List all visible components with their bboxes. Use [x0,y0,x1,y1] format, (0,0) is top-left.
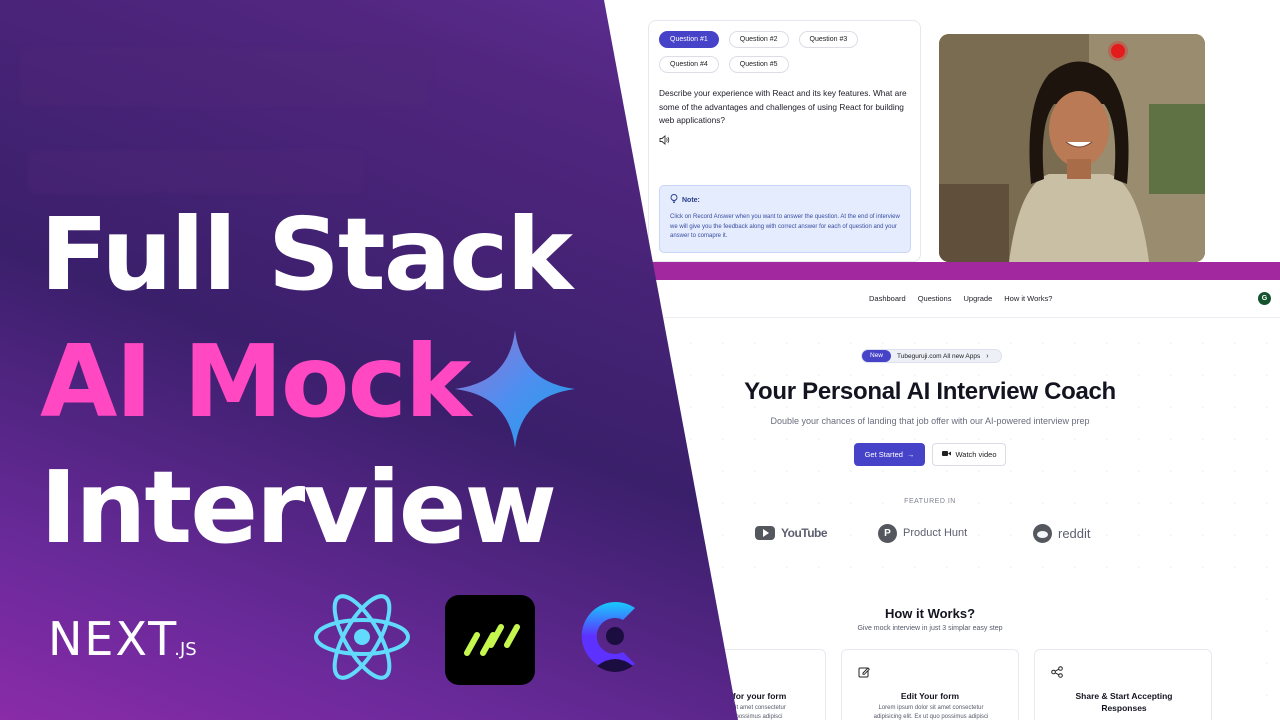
tab-question-1[interactable]: Question #1 [659,31,719,48]
step-card-3: Share & Start Accepting Responses [1034,649,1212,720]
how-it-works-subtitle: Give mock interview in just 3 simplar ea… [857,625,1003,632]
thumbnail-title-line-1: Full Stack [40,196,573,313]
nav-link-dashboard[interactable]: Dashboard [869,294,906,303]
brand-youtube: YouTube [755,522,828,544]
note-heading: Note: [682,196,700,204]
question-card: Question #1 Question #2 Question #3 Ques… [648,20,921,262]
step-card-2: Edit Your form Lorem ipsum dolor sit ame… [841,649,1019,720]
recording-indicator [1111,44,1125,58]
blurred-background-bar [28,150,363,194]
lightbulb-icon [670,194,678,206]
divider-strip [650,262,1280,280]
react-logo-icon [314,594,410,680]
nav-link-upgrade[interactable]: Upgrade [963,294,992,303]
step-card-3-title: Share & Start Accepting Responses [1075,691,1173,713]
drizzle-logo-icon [445,595,535,685]
speaker-icon[interactable] [659,135,670,148]
featured-in-label: FEATURED IN [904,498,956,505]
step-card-2-text: Lorem ipsum dolor sit amet consectetur a… [873,705,989,720]
hero-subtitle: Double your chances of landing that job … [770,416,1090,426]
note-text: Click on Record Answer when you want to … [670,214,900,239]
brand-reddit: reddit [1033,522,1091,544]
watch-video-label: Watch video [955,450,997,459]
thumbnail-title-line-3: Interview [40,449,557,566]
tab-question-3[interactable]: Question #3 [798,31,859,48]
gemini-sparkle-icon [455,330,575,448]
webcam-preview [939,34,1205,262]
note-box: Note: Click on Record Answer when you wa… [659,185,911,253]
question-text: Describe your experience with React and … [659,88,907,125]
chevron-right-icon: › [986,352,989,360]
edit-icon [858,666,870,681]
announcement-badge[interactable]: New Tubeguruji.com All new Apps › [861,349,1002,363]
step-card-2-title: Edit Your form [900,691,960,701]
nav-link-how-it-works[interactable]: How it Works? [1004,294,1052,303]
thumbnail-title-line-2: AI Mock [40,323,471,440]
brand-product-hunt: P Product Hunt [878,522,967,544]
video-camera-icon [941,450,951,459]
product-hunt-icon: P [878,523,897,543]
hero-title: Your Personal AI Interview Coach [744,378,1116,405]
tab-question-4[interactable]: Question #4 [659,56,719,73]
question-tabs: Question #1 Question #2 Question #3 Ques… [659,31,914,73]
get-started-label: Get Started [864,450,903,459]
youtube-icon [755,526,775,540]
get-started-button[interactable]: Get Started → [854,443,925,466]
nav-link-questions[interactable]: Questions [918,294,952,303]
user-avatar[interactable]: G [1258,292,1271,305]
nav-links: Dashboard Questions Upgrade How it Works… [869,294,1052,303]
blurred-background-bar [20,48,430,106]
webcam-person-image [939,34,1205,262]
how-it-works-title: How it Works? [884,606,976,621]
reddit-icon [1033,523,1052,543]
tab-question-5[interactable]: Question #5 [728,56,789,73]
arrow-right-icon: → [906,450,915,459]
navbar: Dashboard Questions Upgrade How it Works… [600,280,1280,318]
watch-video-button[interactable]: Watch video [932,443,1006,466]
tab-question-2[interactable]: Question #2 [728,31,789,48]
badge-new-label: New [862,350,892,362]
clerk-logo-icon [581,602,635,672]
share-icon [1051,666,1063,681]
badge-text: Tubeguruji.com All new Apps [897,352,981,360]
nextjs-logo: NEXT.JS [48,612,197,666]
